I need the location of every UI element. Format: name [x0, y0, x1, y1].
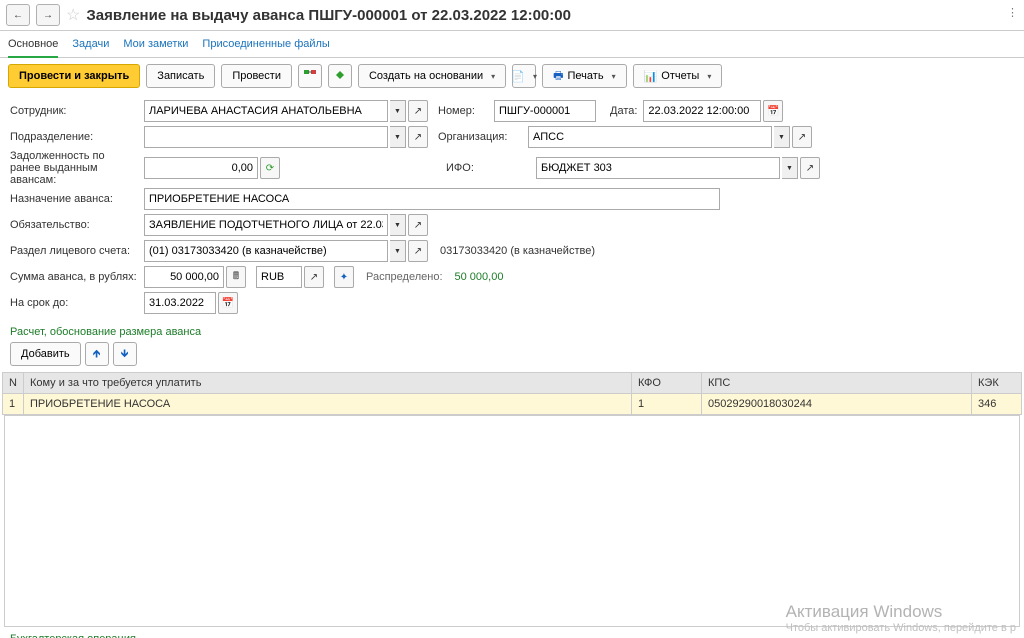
arrow-up-icon: 🡹	[93, 345, 101, 364]
cell-desc[interactable]: ПРИОБРЕТЕНИЕ НАСОСА	[23, 394, 631, 415]
ifo-input[interactable]	[536, 157, 780, 179]
table-scroll-area[interactable]	[4, 415, 1020, 627]
reports-icon: 📊	[644, 70, 658, 83]
doc-icon: 📄	[511, 70, 525, 83]
employee-label: Сотрудник:	[10, 105, 138, 117]
move-up-button[interactable]: 🡹	[85, 342, 109, 366]
page-title: Заявление на выдачу аванса ПШГУ-000001 о…	[86, 7, 571, 24]
tab-tasks[interactable]: Задачи	[72, 35, 109, 57]
department-dropdown-icon[interactable]: ▼	[390, 126, 406, 148]
distribute-button[interactable]: ✦	[334, 266, 354, 288]
debt-refresh-button[interactable]: ⟳	[260, 157, 280, 179]
purpose-input[interactable]	[144, 188, 720, 210]
account-section-dropdown-icon[interactable]: ▼	[390, 240, 406, 262]
calculator-icon: 🖩	[233, 269, 239, 286]
nav-forward-button[interactable]: →	[36, 4, 60, 26]
printer-icon: 🖶	[553, 67, 563, 86]
org-open-button[interactable]: ↗	[792, 126, 812, 148]
amount-label: Сумма аванса, в рублях:	[10, 271, 138, 283]
org-dropdown-icon[interactable]: ▼	[774, 126, 790, 148]
org-label: Организация:	[438, 131, 522, 143]
create-based-button[interactable]: Создать на основании	[358, 64, 506, 88]
post-and-close-button[interactable]: Провести и закрыть	[8, 64, 140, 88]
employee-dropdown-icon[interactable]: ▼	[390, 100, 406, 122]
col-n[interactable]: N	[3, 373, 24, 394]
refresh-icon: ⟳	[266, 163, 274, 174]
calendar-icon: 📅	[767, 106, 779, 117]
distributed-label: Распределено:	[366, 271, 443, 283]
config-icon	[334, 69, 346, 84]
save-button[interactable]: Записать	[146, 64, 215, 88]
col-kfo[interactable]: КФО	[632, 373, 702, 394]
favorite-star-icon[interactable]: ☆	[66, 5, 80, 25]
date-input[interactable]	[643, 100, 761, 122]
number-input[interactable]	[494, 100, 596, 122]
cell-kps[interactable]: 05029290018030244	[702, 394, 972, 415]
amount-calc-button[interactable]: 🖩	[226, 266, 246, 288]
debt-label: Задолженность по ранее выданным авансам:	[10, 150, 138, 186]
department-input[interactable]	[144, 126, 388, 148]
col-kek[interactable]: КЭК	[972, 373, 1022, 394]
cell-kek[interactable]: 346	[972, 394, 1022, 415]
deadline-calendar-button[interactable]: 📅	[218, 292, 238, 314]
post-button[interactable]: Провести	[221, 64, 292, 88]
move-down-button[interactable]: 🡻	[113, 342, 137, 366]
distribute-icon: ✦	[340, 272, 348, 283]
debt-input[interactable]	[144, 157, 258, 179]
account-section-input[interactable]	[144, 240, 388, 262]
tab-notes[interactable]: Мои заметки	[123, 35, 188, 57]
tab-attachments[interactable]: Присоединенные файлы	[202, 35, 329, 57]
add-row-button[interactable]: Добавить	[10, 342, 81, 366]
obligation-open-button[interactable]: ↗	[408, 214, 428, 236]
acc-section-title: Бухгалтерская операция	[0, 627, 1024, 638]
obligation-dropdown-icon[interactable]: ▼	[390, 214, 406, 236]
employee-input[interactable]	[144, 100, 388, 122]
account-section-label: Раздел лицевого счета:	[10, 245, 138, 257]
col-kps[interactable]: КПС	[702, 373, 972, 394]
tab-main[interactable]: Основное	[8, 35, 58, 58]
purpose-label: Назначение аванса:	[10, 193, 138, 205]
distributed-value: 50 000,00	[455, 271, 504, 283]
ifo-label: ИФО:	[446, 162, 530, 174]
arrow-down-icon: 🡻	[121, 345, 129, 364]
ifo-dropdown-icon[interactable]: ▼	[782, 157, 798, 179]
currency-open-button[interactable]: ↗	[304, 266, 324, 288]
department-label: Подразделение:	[10, 131, 138, 143]
calendar-icon: 📅	[222, 298, 234, 309]
cell-n[interactable]: 1	[3, 394, 24, 415]
table-row[interactable]: 1 ПРИОБРЕТЕНИЕ НАСОСА 1 0502929001803024…	[3, 394, 1022, 415]
account-section-open-button[interactable]: ↗	[408, 240, 428, 262]
dk-icon-button[interactable]	[298, 64, 322, 88]
grid-filler	[5, 416, 1019, 576]
obligation-input[interactable]	[144, 214, 388, 236]
doc-menu-button[interactable]: 📄	[512, 64, 536, 88]
dk-icon	[303, 68, 317, 85]
currency-input[interactable]	[256, 266, 302, 288]
more-icon[interactable]: ⋮	[1007, 6, 1018, 19]
date-label: Дата:	[610, 105, 637, 117]
col-desc[interactable]: Кому и за что требуется уплатить	[23, 373, 631, 394]
print-button[interactable]: 🖶 Печать	[542, 64, 626, 88]
nav-back-button[interactable]: ←	[6, 4, 30, 26]
calc-section-title: Расчет, обоснование размера аванса	[0, 320, 1024, 340]
ifo-open-button[interactable]: ↗	[800, 157, 820, 179]
org-input[interactable]	[528, 126, 772, 148]
date-calendar-button[interactable]: 📅	[763, 100, 783, 122]
deadline-label: На срок до:	[10, 297, 138, 309]
reports-button[interactable]: 📊 Отчеты	[633, 64, 723, 88]
config-icon-button[interactable]	[328, 64, 352, 88]
cell-kfo[interactable]: 1	[632, 394, 702, 415]
employee-open-button[interactable]: ↗	[408, 100, 428, 122]
deadline-input[interactable]	[144, 292, 216, 314]
account-number-text: 03173033420 (в казначействе)	[440, 245, 595, 257]
number-label: Номер:	[438, 105, 488, 117]
amount-input[interactable]	[144, 266, 224, 288]
department-open-button[interactable]: ↗	[408, 126, 428, 148]
obligation-label: Обязательство:	[10, 219, 138, 231]
